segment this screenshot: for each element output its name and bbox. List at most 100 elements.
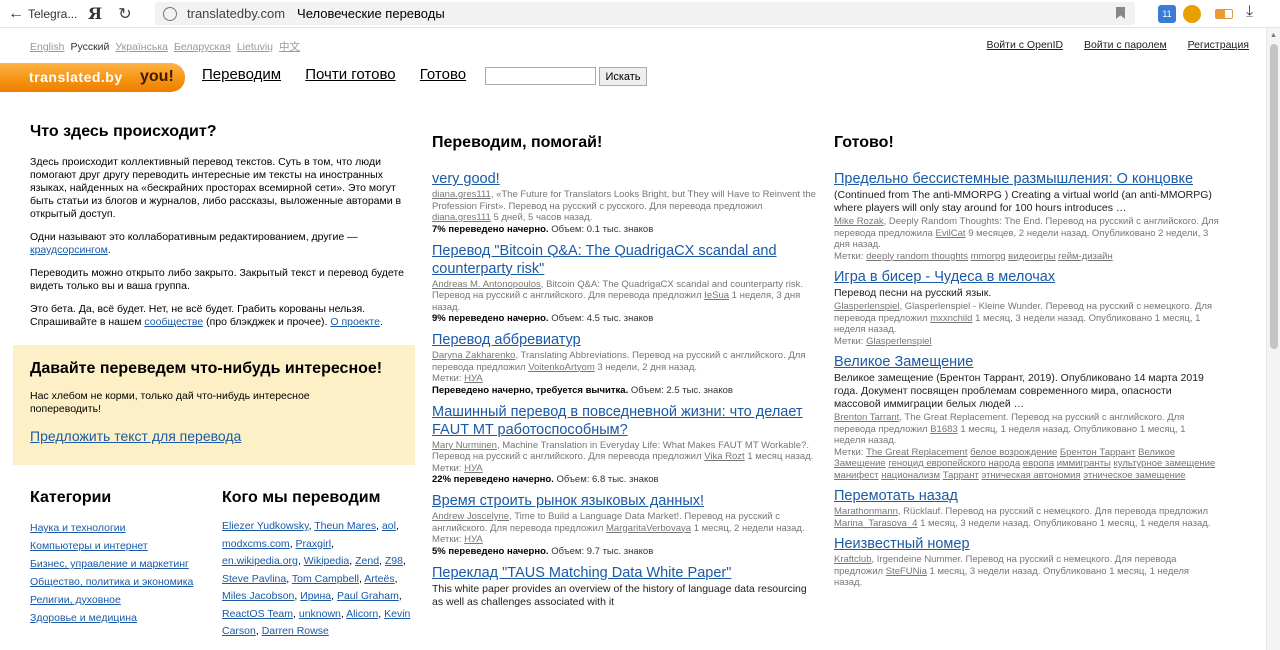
address-bar[interactable]: translatedby.com Человеческие переводы xyxy=(155,2,1135,25)
category-link[interactable]: Религии, духовное xyxy=(30,594,210,607)
translation-title-link[interactable]: Перевод "Bitcoin Q&A: The QuadrigaCX sca… xyxy=(432,242,817,278)
tag-link[interactable]: The Great Replacement xyxy=(866,447,967,458)
author-link[interactable]: ReactOS Team xyxy=(222,608,293,620)
tag-link[interactable]: иммигранты xyxy=(1057,458,1111,469)
language-link[interactable]: English xyxy=(30,41,64,53)
author-link[interactable]: Zend xyxy=(355,555,379,567)
tag-link[interactable]: манифест xyxy=(834,470,879,481)
author-link[interactable]: Theun Mares xyxy=(314,520,376,532)
bookmark-icon[interactable] xyxy=(1116,7,1125,19)
translation-title-link[interactable]: very good! xyxy=(432,170,817,188)
author-link[interactable]: modxcms.com xyxy=(222,538,290,550)
author-link[interactable]: Andrew Joscelyne xyxy=(432,511,509,522)
tag-link[interactable]: Glasperlenspiel xyxy=(866,336,931,347)
tag-link[interactable]: Брентон Таррант xyxy=(1060,447,1136,458)
author-link[interactable]: en.wikipedia.org xyxy=(222,555,298,567)
proposer-link[interactable]: EvilCat xyxy=(935,228,965,239)
done-title-link[interactable]: Перемотать назад xyxy=(834,487,1219,505)
crowdsourcing-link[interactable]: краудсорсингом xyxy=(30,244,108,256)
done-title-link[interactable]: Предельно бессистемные размышления: О ко… xyxy=(834,170,1219,188)
proposer-link[interactable]: mxxnchild xyxy=(930,313,972,324)
proposer-link[interactable]: MargaritaVerbovaya xyxy=(606,523,691,534)
battery-icon[interactable] xyxy=(1215,9,1233,19)
nav-translating[interactable]: Переводим xyxy=(202,66,281,83)
tag-link[interactable]: гейм-дизайн xyxy=(1058,251,1113,262)
language-link[interactable]: Українська xyxy=(115,41,168,53)
tag-link[interactable]: mmorpg xyxy=(971,251,1006,262)
register-link[interactable]: Регистрация xyxy=(1188,39,1249,51)
nav-almost-done[interactable]: Почти готово xyxy=(305,66,395,83)
download-icon[interactable]: ⤓ xyxy=(1246,3,1253,21)
author-link[interactable]: Tom Campbell xyxy=(292,573,359,585)
tag-link[interactable]: культурное замещение xyxy=(1114,458,1216,469)
tag-link[interactable]: европа xyxy=(1023,458,1054,469)
author-link[interactable]: Glasperlenspiel xyxy=(834,301,899,312)
tag-link[interactable]: НУА xyxy=(464,463,483,474)
login-password-link[interactable]: Войти с паролем xyxy=(1084,39,1167,51)
yandex-logo[interactable]: Я xyxy=(80,4,110,23)
tag-link[interactable]: геноцид европейского народа xyxy=(888,458,1020,469)
language-link[interactable]: 中文 xyxy=(279,41,300,53)
proposer-link[interactable]: Vika Rozt xyxy=(704,451,744,462)
author-link[interactable]: Z98 xyxy=(385,555,403,567)
author-link[interactable]: Paul Graham xyxy=(337,590,399,602)
category-link[interactable]: Наука и технологии xyxy=(30,522,210,535)
done-title-link[interactable]: Неизвестный номер xyxy=(834,535,1219,553)
tag-link[interactable]: deeply random thoughts xyxy=(866,251,968,262)
author-link[interactable]: Alicorn xyxy=(346,608,378,620)
page-scrollbar[interactable]: ▲ xyxy=(1266,28,1280,650)
translation-title-link[interactable]: Машинный перевод в повседневной жизни: ч… xyxy=(432,403,817,439)
author-link[interactable]: Ирина xyxy=(300,590,331,602)
back-button[interactable]: ← Telegra... xyxy=(0,5,80,23)
tag-link[interactable]: этническая автономия xyxy=(981,470,1080,481)
tag-link[interactable]: НУА xyxy=(464,373,483,384)
author-link[interactable]: Mike Rozak xyxy=(834,216,884,227)
calendar-extension-icon[interactable]: 11 xyxy=(1158,5,1176,23)
scroll-up-icon[interactable]: ▲ xyxy=(1270,32,1277,39)
author-link[interactable]: Marathonmann xyxy=(834,506,898,517)
author-link[interactable]: Kraftclub xyxy=(834,554,872,565)
proposer-link[interactable]: IeSua xyxy=(704,290,729,301)
language-link[interactable]: Беларуская xyxy=(174,41,231,53)
community-link[interactable]: сообществе xyxy=(144,316,203,328)
author-link[interactable]: unknown xyxy=(299,608,341,620)
nav-done[interactable]: Готово xyxy=(420,66,466,83)
reload-icon[interactable]: ↻ xyxy=(110,4,140,24)
translation-title-link[interactable]: Время строить рынок языковых данных! xyxy=(432,492,817,510)
author-link[interactable]: Praxgirl xyxy=(296,538,332,550)
proposer-link[interactable]: VoitenkoArtyom xyxy=(528,362,595,373)
category-link[interactable]: Здоровье и медицина xyxy=(30,612,210,625)
tag-link[interactable]: НУА xyxy=(464,534,483,545)
tag-link[interactable]: национализм xyxy=(881,470,940,481)
proposer-link[interactable]: Marina_Tarasova_4 xyxy=(834,518,917,529)
tag-link[interactable]: Таррант xyxy=(943,470,979,481)
author-link[interactable]: aol xyxy=(382,520,396,532)
author-link[interactable]: Steve Pavlina xyxy=(222,573,286,585)
author-link[interactable]: Brenton Tarrant xyxy=(834,412,899,423)
author-link[interactable]: Daryna Zakharenko xyxy=(432,350,515,361)
category-link[interactable]: Компьютеры и интернет xyxy=(30,540,210,553)
author-link[interactable]: Andreas M. Antonopoulos xyxy=(432,279,541,290)
login-openid-link[interactable]: Войти с OpenID xyxy=(986,39,1063,51)
propose-text-link[interactable]: Предложить текст для перевода xyxy=(30,428,398,444)
tag-link[interactable]: белое возрождение xyxy=(970,447,1057,458)
search-input[interactable] xyxy=(485,67,596,85)
extension-icon[interactable] xyxy=(1183,5,1201,23)
author-link[interactable]: Wikipedia xyxy=(304,555,350,567)
tag-link[interactable]: этническое замещение xyxy=(1083,470,1185,481)
scrollbar-thumb[interactable] xyxy=(1270,44,1278,349)
proposer-link[interactable]: diana.gres111 xyxy=(432,212,491,223)
author-link[interactable]: Miles Jacobson xyxy=(222,590,294,602)
category-link[interactable]: Бизнес, управление и маркетинг xyxy=(30,558,210,571)
about-project-link[interactable]: О проекте xyxy=(330,316,380,328)
done-title-link[interactable]: Игра в бисер - Чудеса в мелочах xyxy=(834,268,1219,286)
author-link[interactable]: Darren Rowse xyxy=(262,625,329,637)
search-button[interactable]: Искать xyxy=(599,67,647,86)
proposer-link[interactable]: B1683 xyxy=(930,424,957,435)
author-link[interactable]: Mary Nurminen xyxy=(432,440,497,451)
category-link[interactable]: Общество, политика и экономика xyxy=(30,576,210,589)
author-link[interactable]: diana.gres111 xyxy=(432,189,491,200)
tag-link[interactable]: видеоигры xyxy=(1008,251,1055,262)
done-title-link[interactable]: Великое Замещение xyxy=(834,353,1219,371)
author-link[interactable]: Eliezer Yudkowsky xyxy=(222,520,309,532)
